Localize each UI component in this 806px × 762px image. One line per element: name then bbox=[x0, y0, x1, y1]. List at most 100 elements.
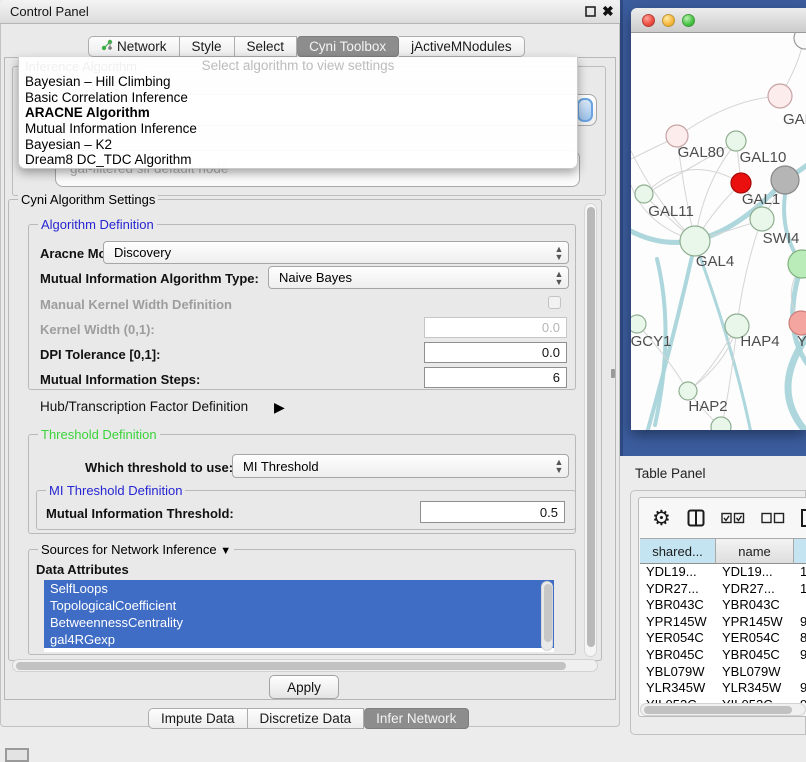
settings-hscroll-thumb[interactable] bbox=[16, 662, 566, 670]
network-icon bbox=[101, 36, 113, 57]
table-row[interactable]: YDL19...YDL19...13 bbox=[640, 564, 806, 581]
dropdown-option-bayesian-hill-climbing[interactable]: Bayesian – Hill Climbing bbox=[19, 74, 577, 90]
table-row[interactable]: YDR27...YDR27...12 bbox=[640, 581, 806, 598]
panel-divider-grip[interactable] bbox=[611, 369, 615, 378]
table-row[interactable]: YPR145WYPR145W9. bbox=[640, 614, 806, 631]
screen: GALGAL80GAL10GAL1GAL11GAL4SWI4GCY1HAP4YH… bbox=[0, 0, 806, 762]
table-row[interactable]: YLR345WYLR345W9. bbox=[640, 680, 806, 697]
node-label-hap2: HAP2 bbox=[688, 398, 727, 415]
node-gal4[interactable] bbox=[680, 226, 710, 256]
split-columns-icon[interactable] bbox=[687, 509, 705, 527]
bottom-tab-infer-network-label: Infer Network bbox=[376, 708, 456, 729]
table-panel-title: Table Panel bbox=[635, 466, 706, 481]
minimize-traffic-light[interactable] bbox=[662, 14, 675, 27]
node-label-hap4: HAP4 bbox=[740, 333, 779, 350]
dropdown-option-mutual-information-inference[interactable]: Mutual Information Inference bbox=[19, 121, 577, 137]
settings-scroll-thumb[interactable] bbox=[587, 207, 595, 647]
table-cell: YDR27... bbox=[640, 581, 716, 598]
dropdown-option-aracne-algorithm[interactable]: ARACNE Algorithm bbox=[19, 105, 577, 121]
table-cell: YDL19... bbox=[716, 564, 794, 581]
close-icon[interactable]: ✖ bbox=[602, 5, 616, 19]
aracne-mode-value: Discovery bbox=[104, 245, 550, 260]
node-swi4[interactable] bbox=[788, 250, 806, 278]
mi-steps-field[interactable]: 6 bbox=[424, 367, 567, 388]
bottom-tab-discretize-data[interactable]: Discretize Data bbox=[248, 708, 365, 729]
algorithm-definition-title: Algorithm Definition bbox=[38, 217, 157, 232]
aracne-mode-combo[interactable]: Discovery ▲▼ bbox=[103, 241, 569, 264]
node-label-gal10: GAL10 bbox=[740, 149, 787, 166]
tab-cyni-toolbox[interactable]: Cyni Toolbox bbox=[297, 36, 399, 57]
table-header-row: shared...nameA bbox=[640, 538, 806, 564]
which-threshold-value: MI Threshold bbox=[233, 459, 550, 474]
minimized-panel-icon[interactable] bbox=[5, 748, 29, 762]
network-window-titlebar[interactable] bbox=[631, 8, 806, 33]
attributes-vertical-scrollbar[interactable] bbox=[541, 581, 553, 651]
table-row[interactable]: YBR043CYBR043C bbox=[640, 597, 806, 614]
table-cell: YBL079W bbox=[640, 664, 716, 681]
bottom-tab-impute-data[interactable]: Impute Data bbox=[148, 708, 248, 729]
manual-kernel-checkbox[interactable] bbox=[548, 296, 561, 309]
settings-vertical-scrollbar[interactable] bbox=[584, 203, 597, 657]
select-all-checked-icon[interactable] bbox=[721, 512, 745, 524]
column-header-name[interactable]: name bbox=[716, 538, 794, 564]
node-gal[interactable] bbox=[768, 84, 792, 108]
settings-horizontal-scrollbar[interactable] bbox=[12, 659, 598, 672]
node-gal10[interactable] bbox=[726, 131, 746, 151]
combo-stepper-icon[interactable] bbox=[577, 98, 593, 122]
select-none-unchecked-icon[interactable] bbox=[761, 512, 785, 524]
node-gal1[interactable] bbox=[750, 207, 774, 231]
table-cell: YBR043C bbox=[716, 597, 794, 614]
tab-network-label: Network bbox=[117, 36, 167, 57]
table-row[interactable]: YBL079WYBL079W bbox=[640, 664, 806, 681]
attribute-item-topologicalcoefficient[interactable]: TopologicalCoefficient bbox=[44, 597, 554, 614]
apply-button[interactable]: Apply bbox=[269, 675, 339, 699]
tab-style[interactable]: Style bbox=[180, 36, 235, 57]
table-row[interactable]: YER054CYER054C8. bbox=[640, 630, 806, 647]
node-gcy1[interactable] bbox=[631, 315, 646, 333]
node-label-gal80: GAL80 bbox=[678, 144, 725, 161]
hub-expand-arrow-icon[interactable]: ▶ bbox=[274, 399, 285, 416]
node-unnamed[interactable] bbox=[711, 417, 731, 430]
table-cell: YBR045C bbox=[640, 647, 716, 664]
attribute-item-gal4rgexp[interactable]: gal4RGexp bbox=[44, 631, 554, 648]
mi-type-label: Mutual Information Algorithm Type: bbox=[40, 271, 259, 286]
table-cell bbox=[794, 597, 806, 614]
mi-type-combo[interactable]: Naive Bayes ▲▼ bbox=[268, 266, 569, 289]
mi-steps-value: 6 bbox=[553, 370, 560, 385]
which-threshold-combo[interactable]: MI Threshold ▲▼ bbox=[232, 454, 569, 478]
table-horizontal-scrollbar[interactable] bbox=[640, 703, 806, 716]
settings-gear-icon[interactable]: ⚙ bbox=[652, 506, 671, 531]
tab-network[interactable]: Network bbox=[88, 36, 180, 57]
tab-jactivemnodules[interactable]: jActiveMNodules bbox=[399, 36, 525, 57]
dropdown-option-bayesian-k2[interactable]: Bayesian – K2 bbox=[19, 137, 577, 153]
column-header-shared[interactable]: shared... bbox=[640, 538, 716, 564]
close-traffic-light[interactable] bbox=[642, 14, 655, 27]
dropdown-option-dream8-dc-tdc-algorithm[interactable]: Dream8 DC_TDC Algorithm bbox=[19, 152, 577, 168]
node-gal11[interactable] bbox=[635, 185, 653, 203]
collapse-arrow-icon[interactable]: ▼ bbox=[220, 545, 231, 557]
document-icon[interactable] bbox=[801, 508, 806, 528]
dropdown-option-basic-correlation-inference[interactable]: Basic Correlation Inference bbox=[19, 90, 577, 106]
network-canvas[interactable]: GALGAL80GAL10GAL1GAL11GAL4SWI4GCY1HAP4YH… bbox=[631, 33, 806, 430]
data-attributes-label: Data Attributes bbox=[36, 562, 129, 577]
table-body: YDL19...YDL19...13YDR27...YDR27...12YBR0… bbox=[640, 564, 806, 703]
kernel-width-field[interactable]: 0.0 bbox=[424, 317, 567, 338]
node-unnamed[interactable] bbox=[794, 33, 806, 49]
control-panel-titlebar[interactable]: Control Panel ✖ bbox=[0, 0, 620, 24]
attributes-scroll-thumb[interactable] bbox=[544, 584, 552, 642]
dpi-tolerance-field[interactable]: 0.0 bbox=[424, 342, 567, 363]
bottom-tab-infer-network[interactable]: Infer Network bbox=[364, 708, 469, 729]
float-window-icon[interactable] bbox=[585, 5, 599, 19]
attribute-item-selfloops[interactable]: SelfLoops bbox=[44, 580, 554, 597]
column-header-a[interactable]: A bbox=[794, 538, 806, 564]
node-unnamed[interactable] bbox=[771, 166, 799, 194]
tab-select[interactable]: Select bbox=[235, 36, 298, 57]
node-unnamed[interactable] bbox=[731, 173, 751, 193]
table-cell: YER054C bbox=[716, 630, 794, 647]
table-hscroll-thumb[interactable] bbox=[644, 706, 792, 714]
attribute-item-betweennesscentrality[interactable]: BetweennessCentrality bbox=[44, 614, 554, 631]
table-row[interactable]: YBR045CYBR045C9. bbox=[640, 647, 806, 664]
mi-threshold-field[interactable]: 0.5 bbox=[420, 501, 565, 523]
zoom-traffic-light[interactable] bbox=[682, 14, 695, 27]
sources-group-title: Sources for Network Inference ▼ bbox=[38, 542, 234, 559]
